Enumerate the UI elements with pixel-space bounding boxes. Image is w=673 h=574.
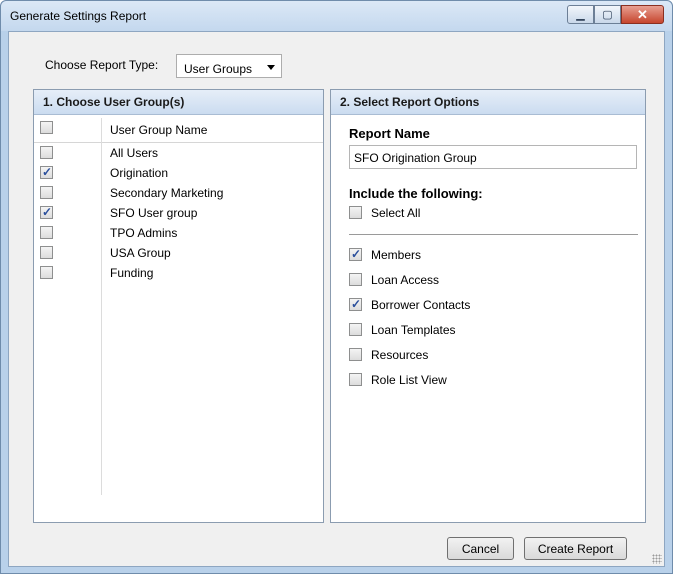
table-row[interactable]: Origination [34, 163, 323, 183]
report-window: Generate Settings Report ▁ ▢ ✕ Choose Re… [0, 0, 673, 574]
table-row[interactable]: SFO User group [34, 203, 323, 223]
table-row[interactable]: All Users [34, 143, 323, 163]
minimize-icon: ▁ [576, 9, 585, 21]
option-label: Resources [371, 348, 429, 362]
table-row[interactable]: Secondary Marketing [34, 183, 323, 203]
option-label: Borrower Contacts [371, 298, 471, 312]
option-label: Loan Access [371, 273, 440, 287]
title-bar: Generate Settings Report ▁ ▢ ✕ [1, 1, 672, 31]
report-type-select[interactable]: User Groups [176, 54, 282, 78]
user-group-name: TPO Admins [110, 226, 178, 240]
table-row[interactable]: Funding [34, 263, 323, 283]
option-item[interactable]: Borrower Contacts [349, 293, 627, 318]
option-checkbox[interactable] [349, 297, 362, 311]
option-label: Role List View [371, 373, 447, 387]
column-user-group-name[interactable]: User Group Name [110, 123, 207, 137]
option-checkbox[interactable] [349, 373, 362, 386]
report-type-label: Choose Report Type: [45, 58, 159, 72]
report-options-header: 2. Select Report Options [331, 90, 645, 115]
user-group-name: USA Group [110, 246, 171, 260]
option-label: Members [371, 248, 422, 262]
user-group-name: SFO User group [110, 206, 198, 220]
create-report-button[interactable]: Create Report [524, 537, 627, 560]
cancel-button[interactable]: Cancel [447, 537, 514, 560]
user-group-name: All Users [110, 146, 159, 160]
option-checkbox[interactable] [349, 273, 362, 286]
chevron-down-icon [267, 65, 275, 70]
options-divider [349, 234, 638, 235]
report-name-label: Report Name [349, 126, 430, 141]
user-group-name: Secondary Marketing [110, 186, 224, 200]
table-row[interactable]: TPO Admins [34, 223, 323, 243]
select-all-label: Select All [371, 206, 421, 220]
row-checkbox[interactable] [40, 246, 53, 259]
table-row[interactable]: USA Group [34, 243, 323, 263]
report-name-input[interactable]: SFO Origination Group [349, 145, 637, 169]
option-checkbox[interactable] [349, 348, 362, 361]
row-checkbox[interactable] [40, 266, 53, 279]
row-checkbox[interactable] [40, 165, 53, 179]
user-group-name: Funding [110, 266, 154, 280]
option-item[interactable]: Role List View [349, 368, 627, 393]
grid-header: User Group Name [34, 115, 323, 143]
report-options-panel: 2. Select Report Options Report Name SFO… [330, 89, 646, 523]
row-checkbox[interactable] [40, 226, 53, 239]
maximize-icon: ▢ [602, 9, 613, 21]
report-type-bar: Choose Report Type: User Groups [9, 32, 664, 82]
dialog-body: Choose Report Type: User Groups 1. Choos… [8, 31, 665, 567]
select-all-checkbox[interactable] [349, 206, 362, 219]
minimize-button[interactable]: ▁ [567, 5, 594, 24]
user-groups-panel: 1. Choose User Group(s) User Group Name … [33, 89, 324, 523]
option-item[interactable]: Loan Templates [349, 318, 627, 343]
window-controls: ▁ ▢ ✕ [567, 5, 664, 25]
resize-grip[interactable] [652, 554, 662, 564]
options-list: Members Loan Access Borrower Contacts Loan … [349, 243, 627, 393]
select-all-option[interactable]: Select All [349, 201, 627, 226]
include-label: Include the following: [349, 186, 483, 201]
maximize-button[interactable]: ▢ [594, 5, 621, 24]
option-checkbox[interactable] [349, 323, 362, 336]
user-group-name: Origination [110, 166, 169, 180]
report-type-value: User Groups [184, 62, 253, 76]
user-groups-header: 1. Choose User Group(s) [34, 90, 323, 115]
option-checkbox[interactable] [349, 247, 362, 261]
option-item[interactable]: Resources [349, 343, 627, 368]
option-label: Loan Templates [371, 323, 456, 337]
close-button[interactable]: ✕ [621, 5, 664, 24]
window-title: Generate Settings Report [10, 9, 147, 23]
row-checkbox[interactable] [40, 146, 53, 159]
user-group-list: All Users Origination Secondary Marketing S… [34, 143, 323, 283]
row-checkbox[interactable] [40, 205, 53, 219]
close-icon: ✕ [637, 6, 648, 22]
select-all-groups-checkbox[interactable] [40, 121, 53, 134]
row-checkbox[interactable] [40, 186, 53, 199]
option-item[interactable]: Loan Access [349, 268, 627, 293]
option-item[interactable]: Members [349, 243, 627, 268]
